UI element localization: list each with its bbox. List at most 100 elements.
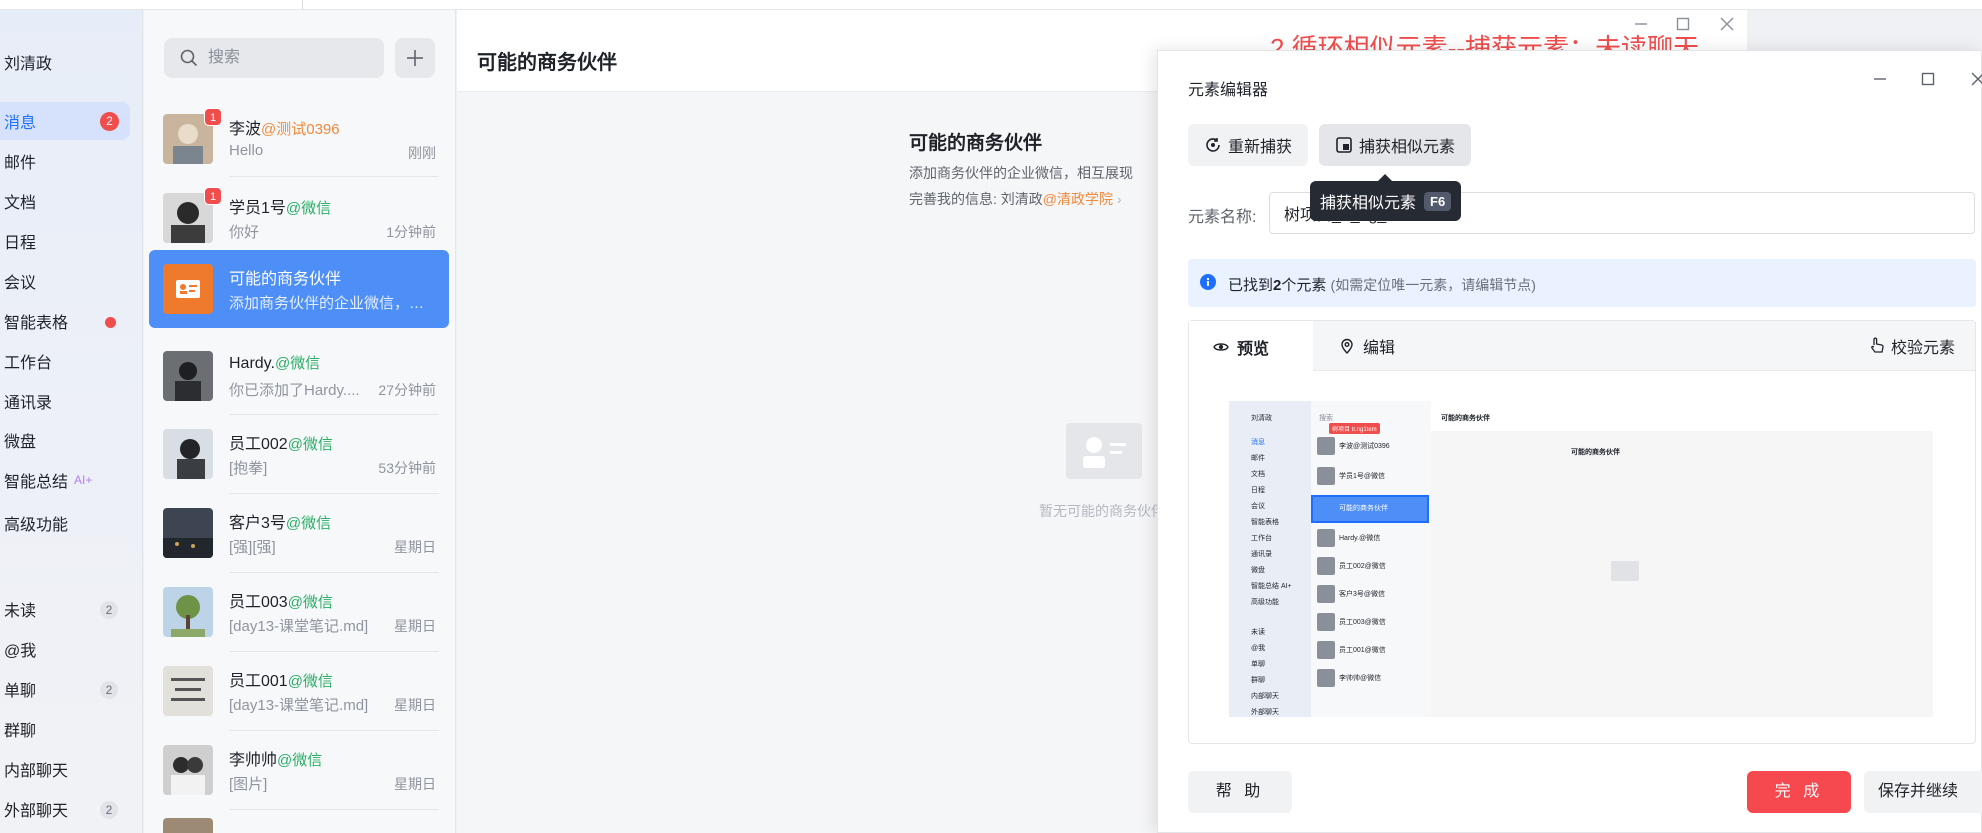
contact-wechat-tag: @微信 [277,752,323,769]
close-icon[interactable] [1970,71,1982,87]
nav-item-smart-sheet[interactable]: 智能表格 [0,302,130,340]
tab-preview[interactable]: 预览 [1189,321,1313,372]
conversation-item[interactable]: Hardy.@微信 你已添加了Hardy.... 27分钟前 [149,337,449,415]
conversation-item[interactable]: 1 李波@测试0396 Hello 刚刚 [149,100,449,178]
maximize-icon[interactable] [1920,71,1936,87]
mini-list-item: 学员1号@微信 [1339,473,1385,480]
nav-item-label: 文档 [4,195,37,212]
mini-card-title: 可能的商务伙伴 [1571,449,1620,456]
nav-item-label: 高级功能 [4,517,69,534]
search-box[interactable] [164,38,384,78]
avatar [163,508,213,558]
nav-item-label: 通讯录 [4,395,53,412]
nav-item-drive[interactable]: 微盘 [0,421,130,459]
filter-count: 2 [100,681,118,699]
nav-item-advanced[interactable]: 高级功能 [0,504,130,542]
mini-nav-item: 文档 [1251,471,1265,478]
mini-filter: 外部聊天 [1251,709,1279,716]
mini-search: 搜索 [1319,415,1333,422]
filter-mentions[interactable]: @我 [0,630,130,668]
tab-edit[interactable]: 编辑 [1339,321,1395,371]
conversation-name: 客户3号@微信 [229,509,331,533]
conversation-item-business-partners[interactable]: 可能的商务伙伴 添加商务伙伴的企业微信，可... [149,250,449,328]
mini-list-item: 李波@测试0396 [1339,443,1390,450]
message-time: 星期日 [394,697,436,713]
mini-chat: 可能的商务伙伴 可能的商务伙伴 [1431,401,1933,717]
recapture-button[interactable]: 重新捕获 [1188,124,1309,166]
nav-item-smart-summary[interactable]: 智能总结 AI+ [0,461,130,499]
org-link[interactable]: @清政学院 [1043,191,1113,207]
preview-panel: 预览 编辑 校验元素 刘清政 消息 邮件 文档 日程 会议 智能表格 工作台 通… [1188,320,1976,744]
mini-capture-label: 树项目 tr.ng1tem [1329,423,1380,434]
help-button[interactable]: 帮 助 [1188,771,1292,813]
save-continue-button[interactable]: 保存并继续 [1864,771,1982,813]
conversation-item[interactable]: 员工003@微信 [day13-课堂笔记.md] 星期日 [149,573,449,651]
filter-external-chat[interactable]: 外部聊天 2 [0,790,130,828]
nav-item-label: 邮件 [4,155,37,172]
nav-item-mail[interactable]: 邮件 [0,142,130,180]
contact-name: 员工001 [229,673,288,690]
nav-item-contacts[interactable]: 通讯录 [0,382,130,420]
conversation-item[interactable]: 员工002@微信 [抱拳] 53分钟前 [149,415,449,493]
mini-avatar [1317,557,1335,575]
empty-state-text: 暂无可能的商务伙伴 [1039,503,1165,519]
recapture-icon [1206,138,1220,152]
avatar [163,587,213,637]
mini-user: 刘清政 [1251,415,1272,422]
user-name[interactable]: 刘清政 [4,50,52,74]
conversation-name: Hardy.@微信 [229,352,320,373]
mini-list-item: 员工003@微信 [1339,619,1386,626]
filter-count: 2 [100,601,118,619]
tooltip-arrow [1378,174,1392,181]
last-message: 你已添加了Hardy.... [229,382,360,399]
found-elements-info: 已找到2个元素 (如需定位唯一元素，请编辑节点) [1188,259,1976,307]
last-message: [day13-课堂笔记.md] [229,697,369,714]
conversation-item[interactable]: 李帅帅@微信 [图片] 星期日 [149,731,449,809]
filter-label: 单聊 [4,683,37,700]
empty-contact-icon [1066,423,1142,479]
mini-nav: 刘清政 消息 邮件 文档 日程 会议 智能表格 工作台 通讯录 微盘 智能总结 … [1229,401,1311,717]
unread-badge: 2 [100,112,119,131]
mini-nav-item: 通讯录 [1251,551,1272,558]
mini-nav-item: 工作台 [1251,535,1272,542]
close-icon[interactable] [1719,16,1735,32]
search-input[interactable] [208,46,368,70]
mini-filter: 内部聊天 [1251,693,1279,700]
contact-name: 员工002 [229,436,288,453]
found-text: 已找到2个元素 (如需定位唯一元素，请编辑节点) [1228,274,1536,295]
avatar [163,745,213,795]
filter-label: 群聊 [4,723,37,740]
mini-avatar [1317,529,1335,547]
add-button[interactable] [395,38,435,78]
filter-group-chat[interactable]: 群聊 [0,710,130,748]
message-time: 星期日 [394,776,436,792]
minimize-icon[interactable] [1872,71,1888,87]
conversation-item[interactable]: 客户3号@微信 [强][强] 星期日 [149,494,449,572]
nav-item-docs[interactable]: 文档 [0,182,130,220]
pointer-hand-icon [1871,337,1884,353]
done-button[interactable]: 完 成 [1747,771,1851,813]
card-info: 完善我的信息: 刘清政@清政学院 › [909,189,1133,209]
verify-element-button[interactable]: 校验元素 [1869,321,1955,371]
last-message: 添加商务伙伴的企业微信，可... [229,295,434,312]
filter-single-chat[interactable]: 单聊 2 [0,670,130,708]
nav-item-messages[interactable]: 消息 2 [0,102,130,140]
filter-unread[interactable]: 未读 2 [0,590,130,628]
found-prefix: 已找到 [1228,277,1274,294]
nav-item-meeting[interactable]: 会议 [0,262,130,300]
mini-nav-item: 邮件 [1251,455,1265,462]
preview-screenshot: 刘清政 消息 邮件 文档 日程 会议 智能表格 工作台 通讯录 微盘 智能总结 … [1229,401,1933,717]
tab-bar: 预览 编辑 校验元素 [1189,321,1975,372]
nav-item-workbench[interactable]: 工作台 [0,342,130,380]
search-icon [180,49,198,67]
mini-chat-header: 可能的商务伙伴 [1431,401,1933,431]
eye-icon [1213,342,1229,351]
conversation-item[interactable]: 员工001@微信 [day13-课堂笔记.md] 星期日 [149,652,449,730]
contact-name: 学员1号 [229,200,286,217]
capture-similar-button[interactable]: 捕获相似元素 [1319,124,1472,166]
nav-item-calendar[interactable]: 日程 [0,222,130,260]
conversation-list: 1 李波@测试0396 Hello 刚刚 1 学员1号@微信 你好 1分钟前 可… [144,10,456,833]
conversation-item[interactable]: 1 学员1号@微信 你好 1分钟前 [149,179,449,257]
filter-internal-chat[interactable]: 内部聊天 [0,750,130,788]
capture-similar-tooltip: 捕获相似元素 F6 [1310,174,1462,221]
